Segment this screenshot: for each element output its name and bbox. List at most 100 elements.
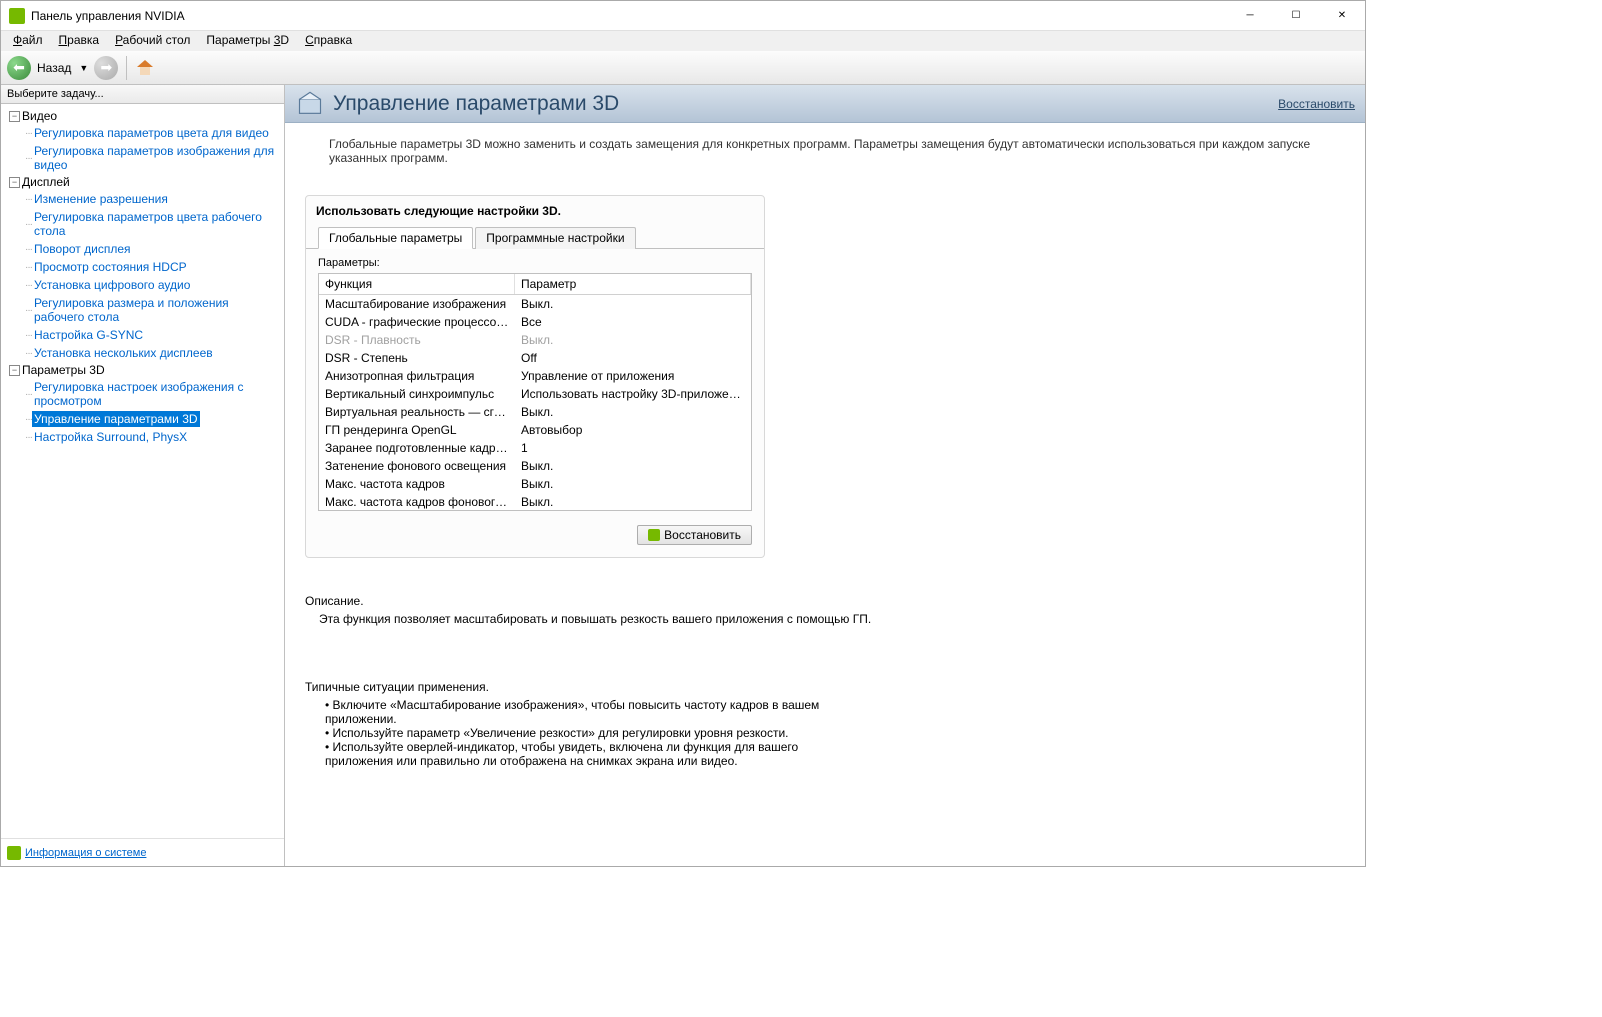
menu-params3d[interactable]: Параметры 3D [198, 31, 297, 51]
intro-text: Глобальные параметры 3D можно заменить и… [305, 137, 1345, 165]
menubar: Файл Правка Рабочий стол Параметры 3D Сп… [1, 31, 1365, 51]
tab-strip: Глобальные параметры Программные настрой… [306, 226, 764, 249]
params-area: Параметры: Функция Параметр Масштабирова… [306, 249, 764, 519]
tab-program[interactable]: Программные настройки [475, 227, 635, 249]
menu-desktop[interactable]: Рабочий стол [107, 31, 198, 51]
collapse-icon[interactable]: − [9, 365, 20, 376]
grid-cell-function: Затенение фонового освещения [319, 458, 515, 474]
grid-row[interactable]: DSR - СтепеньOff [319, 349, 751, 367]
tree-item[interactable]: ···Установка нескольких дисплеев [1, 344, 284, 362]
tree-item-label: Регулировка параметров цвета рабочего ст… [32, 209, 284, 239]
system-info-link[interactable]: Информация о системе [25, 847, 146, 859]
page-title: Управление параметрами 3D [333, 92, 1278, 116]
grid-row[interactable]: CUDA - графические процессорыВсе [319, 313, 751, 331]
home-button[interactable] [135, 58, 155, 78]
tree-item[interactable]: ···Регулировка настроек изображения с пр… [1, 378, 284, 410]
titlebar: Панель управления NVIDIA ─ ☐ ✕ [1, 1, 1365, 31]
sidebar-header: Выберите задачу... [1, 85, 284, 104]
tree-connector: ··· [25, 194, 32, 205]
grid-row[interactable]: Анизотропная фильтрацияУправление от при… [319, 367, 751, 385]
grid-row[interactable]: Заранее подготовленные кадры вирту...1 [319, 439, 751, 457]
col-function[interactable]: Функция [319, 274, 515, 294]
grid-cell-function: DSR - Плавность [319, 332, 515, 348]
back-dropdown-icon[interactable]: ▼ [77, 63, 90, 73]
grid-cell-value: Управление от приложения [515, 368, 751, 384]
tab-global[interactable]: Глобальные параметры [318, 227, 473, 249]
grid-cell-value: Выкл. [515, 296, 751, 312]
menu-help[interactable]: Справка [297, 31, 360, 51]
usage-title: Типичные ситуации применения. [305, 680, 1345, 694]
back-label: Назад [33, 61, 75, 75]
grid-row[interactable]: Макс. частота кадровВыкл. [319, 475, 751, 493]
grid-row[interactable]: Затенение фонового освещенияВыкл. [319, 457, 751, 475]
back-button-group[interactable]: ⬅ Назад ▼ [7, 56, 90, 80]
menu-file[interactable]: Файл [5, 31, 51, 51]
tree-connector: ··· [25, 262, 32, 273]
tree-item-label: Настройка G-SYNC [32, 327, 145, 343]
page-banner: Управление параметрами 3D Восстановить [285, 85, 1365, 123]
sidebar: Выберите задачу... − Видео ···Регулировк… [1, 85, 285, 866]
app-window: Панель управления NVIDIA ─ ☐ ✕ Файл Прав… [0, 0, 1366, 867]
grid-row[interactable]: Макс. частота кадров фонового прило...Вы… [319, 493, 751, 511]
tree-connector: ··· [25, 432, 32, 443]
usage-item: Используйте оверлей-индикатор, чтобы уви… [325, 740, 845, 768]
grid-cell-function: Заранее подготовленные кадры вирту... [319, 440, 515, 456]
restore-button[interactable]: Восстановить [637, 525, 752, 545]
tree-category-display[interactable]: − Дисплей [1, 174, 284, 190]
grid-cell-function: Макс. частота кадров [319, 476, 515, 492]
maximize-button[interactable]: ☐ [1273, 1, 1319, 31]
settings-panel: Использовать следующие настройки 3D. Гло… [305, 195, 765, 558]
collapse-icon[interactable]: − [9, 111, 20, 122]
tree-item-label: Регулировка настроек изображения с просм… [32, 379, 284, 409]
menu-edit[interactable]: Правка [51, 31, 108, 51]
collapse-icon[interactable]: − [9, 177, 20, 188]
tree-item[interactable]: ···Изменение разрешения [1, 190, 284, 208]
grid-row[interactable]: ГП рендеринга OpenGLАвтовыбор [319, 421, 751, 439]
nvidia-icon [9, 8, 25, 24]
tree-category-params3d[interactable]: − Параметры 3D [1, 362, 284, 378]
tree-item[interactable]: ···Регулировка параметров изображения дл… [1, 142, 284, 174]
grid-cell-function: DSR - Степень [319, 350, 515, 366]
tree-connector: ··· [25, 389, 32, 400]
grid-cell-value: Off [515, 350, 751, 366]
grid-cell-value: 1 [515, 440, 751, 456]
tree-item[interactable]: ···Настройка Surround, PhysX [1, 428, 284, 446]
tree-item-label: Регулировка размера и положения рабочего… [32, 295, 284, 325]
tree-item[interactable]: ···Регулировка размера и положения рабоч… [1, 294, 284, 326]
task-tree: − Видео ···Регулировка параметров цвета … [1, 104, 284, 838]
restore-defaults-link[interactable]: Восстановить [1278, 97, 1355, 111]
grid-cell-function: CUDA - графические процессоры [319, 314, 515, 330]
grid-row[interactable]: Масштабирование изображенияВыкл. [319, 295, 751, 313]
grid-cell-value: Использовать настройку 3D-приложения [515, 386, 751, 402]
tree-item-label: Поворот дисплея [32, 241, 133, 257]
tree-item-label: Установка цифрового аудио [32, 277, 192, 293]
tree-item[interactable]: ···Установка цифрового аудио [1, 276, 284, 294]
tree-item[interactable]: ···Поворот дисплея [1, 240, 284, 258]
minimize-button[interactable]: ─ [1227, 1, 1273, 31]
tree-connector: ··· [25, 153, 32, 164]
tree-item[interactable]: ···Настройка G-SYNC [1, 326, 284, 344]
grid-row[interactable]: Виртуальная реальность — сглаживан...Вык… [319, 403, 751, 421]
tree-category-video[interactable]: − Видео [1, 108, 284, 124]
description-title: Описание. [305, 594, 1345, 608]
grid-cell-value: Выкл. [515, 494, 751, 510]
tree-item[interactable]: ···Регулировка параметров цвета для виде… [1, 124, 284, 142]
tree-item[interactable]: ···Регулировка параметров цвета рабочего… [1, 208, 284, 240]
grid-cell-function: Виртуальная реальность — сглаживан... [319, 404, 515, 420]
tree-item[interactable]: ···Просмотр состояния HDCP [1, 258, 284, 276]
forward-button[interactable]: ➡ [94, 56, 118, 80]
close-button[interactable]: ✕ [1319, 1, 1365, 31]
restore-row: Восстановить [306, 519, 764, 557]
tree-item[interactable]: ···Управление параметрами 3D [1, 410, 284, 428]
grid-row[interactable]: DSR - ПлавностьВыкл. [319, 331, 751, 349]
tree-connector: ··· [25, 414, 32, 425]
usage-item: Используйте параметр «Увеличение резкост… [325, 726, 845, 740]
toolbar-separator [126, 56, 127, 80]
grid-cell-function: Вертикальный синхроимпульс [319, 386, 515, 402]
grid-cell-value: Выкл. [515, 332, 751, 348]
params-grid[interactable]: Функция Параметр Масштабирование изображ… [318, 273, 752, 511]
col-parameter[interactable]: Параметр [515, 274, 751, 294]
grid-row[interactable]: Вертикальный синхроимпульсИспользовать н… [319, 385, 751, 403]
grid-header: Функция Параметр [319, 274, 751, 295]
nvidia-dot-icon [648, 529, 660, 541]
